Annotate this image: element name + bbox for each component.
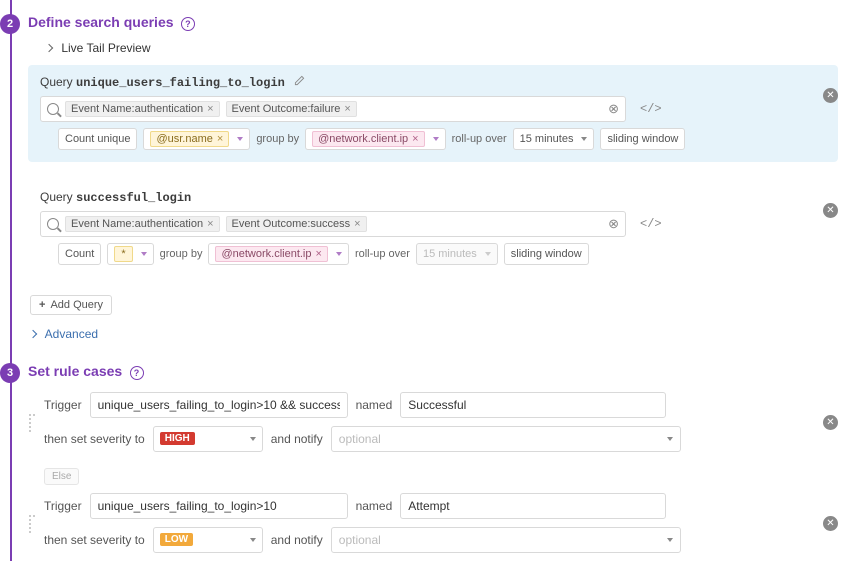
chevron-down-icon [433, 137, 439, 141]
tag-remove-icon[interactable]: × [217, 133, 223, 145]
window-type[interactable]: sliding window [504, 243, 589, 265]
step-3-badge: 3 [0, 363, 20, 383]
groupby-label: group by [256, 133, 299, 145]
groupby-field-select[interactable]: @network.client.ip× [208, 243, 348, 265]
notify-select[interactable]: optional [331, 426, 681, 452]
tag-remove-icon[interactable]: × [412, 133, 418, 145]
aggregation-select[interactable]: Count [58, 243, 101, 265]
query-block-2: Query successful_login Event Name:authen… [28, 180, 838, 277]
plus-icon: + [39, 299, 45, 311]
add-query-button[interactable]: + Add Query [30, 295, 112, 315]
query-name: successful_login [76, 191, 191, 205]
aggregation-field-select[interactable]: @usr.name× [143, 128, 250, 150]
advanced-toggle[interactable]: Advanced [30, 327, 847, 341]
chevron-right-icon [45, 44, 53, 52]
groupby-label: group by [160, 248, 203, 260]
case-name-input[interactable] [400, 493, 666, 519]
trigger-input[interactable] [90, 392, 348, 418]
groupby-field-select[interactable]: @network.client.ip× [305, 128, 445, 150]
drag-handle-icon[interactable] [28, 392, 36, 432]
severity-badge-high: HIGH [160, 432, 195, 445]
search-input-2[interactable]: Event Name:authentication× Event Outcome… [40, 211, 626, 237]
notify-placeholder: optional [339, 533, 381, 547]
interval-select[interactable]: 15 minutes [513, 128, 595, 150]
query-prefix: Query [40, 190, 73, 204]
delete-query-icon[interactable]: ✕ [823, 203, 838, 218]
notify-select[interactable]: optional [331, 527, 681, 553]
clear-search-icon[interactable]: ⊗ [608, 216, 619, 232]
named-label: named [356, 499, 393, 513]
severity-label: then set severity to [44, 533, 145, 547]
chevron-down-icon [485, 252, 491, 256]
named-label: named [356, 398, 393, 412]
search-input-1[interactable]: Event Name:authentication× Event Outcome… [40, 96, 626, 122]
chevron-down-icon [141, 252, 147, 256]
chevron-down-icon [667, 437, 673, 441]
chip-remove-icon[interactable]: × [207, 103, 213, 115]
search-icon [47, 103, 59, 115]
interval-select: 15 minutes [416, 243, 498, 265]
add-query-label: Add Query [50, 299, 103, 311]
filter-chip[interactable]: Event Outcome:failure× [226, 101, 357, 117]
search-icon [47, 218, 59, 230]
step-3-title: Set rule cases [28, 363, 122, 379]
delete-case-icon[interactable]: ✕ [823, 516, 838, 531]
chevron-down-icon [336, 252, 342, 256]
help-icon[interactable]: ? [181, 17, 195, 31]
severity-select[interactable]: LOW [153, 527, 263, 553]
trigger-label: Trigger [44, 499, 82, 513]
live-tail-toggle[interactable]: Live Tail Preview [46, 41, 847, 55]
query-name: unique_users_failing_to_login [76, 76, 285, 90]
chevron-down-icon [581, 137, 587, 141]
code-toggle-icon[interactable]: </> [640, 217, 662, 231]
rollup-label: roll-up over [452, 133, 507, 145]
filter-chip[interactable]: Event Name:authentication× [65, 216, 220, 232]
chip-remove-icon[interactable]: × [207, 218, 213, 230]
severity-badge-low: LOW [160, 533, 193, 546]
advanced-label: Advanced [45, 327, 98, 341]
aggregation-select[interactable]: Count unique [58, 128, 137, 150]
severity-label: then set severity to [44, 432, 145, 446]
code-toggle-icon[interactable]: </> [640, 102, 662, 116]
query-block-1: Query unique_users_failing_to_login Even… [28, 65, 838, 162]
live-tail-label: Live Tail Preview [61, 41, 150, 55]
step-2-badge: 2 [0, 14, 20, 34]
notify-label: and notify [271, 533, 323, 547]
window-type[interactable]: sliding window [600, 128, 685, 150]
chevron-right-icon [29, 330, 37, 338]
rule-case-2: Trigger named then set severity to LOW a… [28, 493, 838, 561]
chip-remove-icon[interactable]: × [354, 218, 360, 230]
severity-select[interactable]: HIGH [153, 426, 263, 452]
chevron-down-icon [237, 137, 243, 141]
aggregation-field-select[interactable]: * [107, 243, 153, 265]
delete-case-icon[interactable]: ✕ [823, 415, 838, 430]
drag-handle-icon[interactable] [28, 493, 36, 533]
notify-placeholder: optional [339, 432, 381, 446]
chip-remove-icon[interactable]: × [344, 103, 350, 115]
step-2-title: Define search queries [28, 14, 174, 30]
filter-chip[interactable]: Event Outcome:success× [226, 216, 367, 232]
tag-remove-icon[interactable]: × [316, 248, 322, 260]
else-divider: Else [44, 468, 79, 485]
help-icon[interactable]: ? [130, 366, 144, 380]
rule-case-1: Trigger named then set severity to HIGH … [28, 392, 838, 460]
trigger-input[interactable] [90, 493, 348, 519]
case-name-input[interactable] [400, 392, 666, 418]
notify-label: and notify [271, 432, 323, 446]
filter-chip[interactable]: Event Name:authentication× [65, 101, 220, 117]
delete-query-icon[interactable]: ✕ [823, 88, 838, 103]
chevron-down-icon [250, 538, 256, 542]
rollup-label: roll-up over [355, 248, 410, 260]
query-prefix: Query [40, 75, 73, 89]
edit-icon[interactable] [294, 75, 305, 89]
clear-search-icon[interactable]: ⊗ [608, 101, 619, 117]
chevron-down-icon [250, 437, 256, 441]
trigger-label: Trigger [44, 398, 82, 412]
chevron-down-icon [667, 538, 673, 542]
